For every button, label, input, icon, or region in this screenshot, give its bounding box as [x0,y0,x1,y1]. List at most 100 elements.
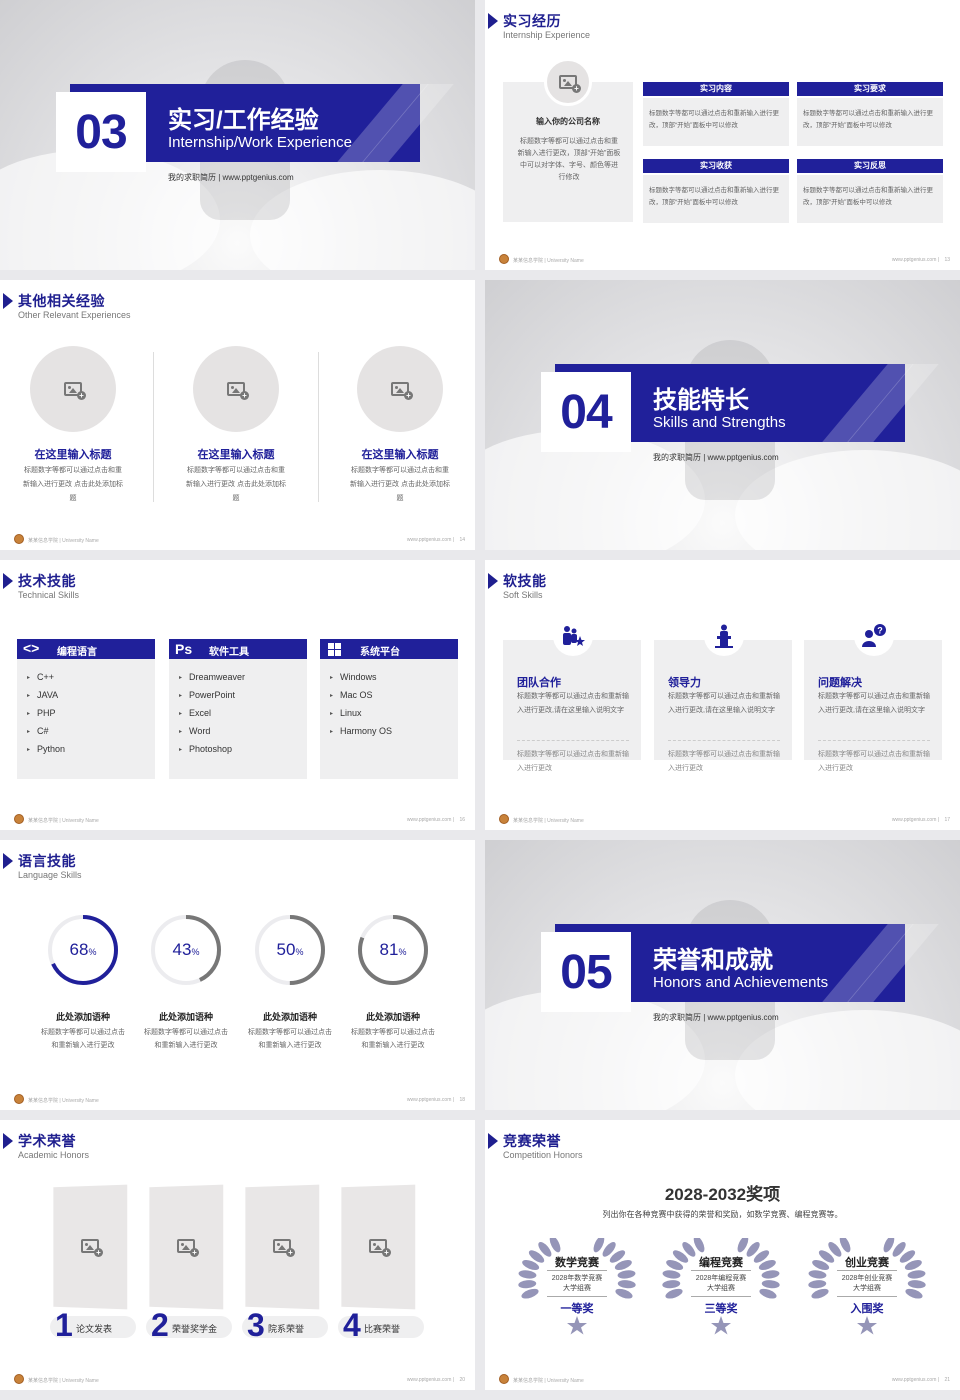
soft-skill-title: 团队合作 [517,677,561,689]
skill-item: PowerPoint [179,687,245,705]
internship-box-text: 标题数字等都可以通过点击和重新输入进行更改，顶部“开始”面板中可以修改 [803,110,933,129]
language-title: 此处添加语种 [262,1012,317,1022]
experience-image-placeholder[interactable]: + [193,346,279,432]
honor-label: 论文发表 [76,1324,113,1334]
soft-skill-card: 领导力 标题数字等都可以通过点击和重新输入进行更改,请在这里输入说明文字 标题数… [654,640,792,772]
awards-description: 列出你在各种竞赛中获得的荣誉和奖励，如数学竞赛、编程竞赛等。 [602,1210,843,1219]
skill-column-title: 系统平台 [360,647,400,658]
experience-title: 在这里输入标题 [197,449,275,461]
image-placeholder-icon: + [227,382,249,400]
experience-text: 标题数字等都可以通过点击和重新输入进行更改 点击此处添加标题 [23,467,123,502]
image-placeholder-icon: + [273,1239,295,1257]
section-number: 04 [560,385,612,439]
university-logo-icon [14,534,24,544]
language-title: 此处添加语种 [158,1012,213,1022]
soft-skill-subtext: 标题数字等都可以通过点击和重新输入进行更改 [668,751,780,772]
honor-label: 院系荣誉 [268,1324,305,1334]
footer: 某某信息学院 | University Name www.pptgenius.co… [485,250,960,270]
university-logo-icon [14,814,24,824]
title-arrow-icon [3,573,13,589]
slide-other-experiences: 其他相关经验 Other Relevant Experiences + 在这里输… [0,280,475,550]
honor-label: 荣誉奖学金 [172,1324,218,1334]
section-subtitle: Internship/Work Experience [168,134,352,151]
footer: 某某信息学院 | University Name www.pptgenius.co… [485,810,960,830]
internship-box: 标题数字等都可以通过点击和重新输入进行更改，顶部“开始”面板中可以修改 [643,175,789,223]
slide-academic-honors: 学术荣誉 Academic Honors + 1 论文发表 + 2 荣誉奖学金 … [0,1120,475,1390]
skill-column-header: <> 编程语言 [17,639,155,659]
slide-title: 软技能 [503,573,547,589]
slide-section-04: 04 技能特长 Skills and Strengths 我的求职简历 | ww… [485,280,960,550]
language-percent: 81% [379,940,407,959]
footer: 某某信息学院 | University Name www.pptgenius.co… [0,530,475,550]
title-arrow-icon [488,13,498,29]
soft-skill-title: 问题解决 [818,677,862,689]
title-arrow-icon [3,853,13,869]
team-icon [563,626,585,646]
skill-item: Dreamweaver [179,669,245,687]
honor-image-icon: + [369,1239,391,1257]
skill-column: C++JAVAPHPC#Python [17,659,155,779]
award-title: 编程竞赛 [699,1257,743,1269]
skill-item: Linux [330,705,392,723]
slide-title: 其他相关经验 [18,293,105,309]
language-text: 标题数字等都可以通过点击和重新输入进行更改 [248,1029,332,1049]
honor-image-icon: + [81,1239,103,1257]
award-title: 数学竞赛 [555,1257,599,1269]
image-placeholder-icon: + [369,1239,391,1257]
award-prize: 一等奖 [560,1303,594,1315]
image-placeholder-icon: + [177,1239,199,1257]
honor-number: 3 [247,1307,265,1343]
slide-language-skills: 语言技能 Language Skills 68% 此处添加语种 标题数字等都可以… [0,840,475,1110]
slide-subtitle: Soft Skills [503,590,543,600]
skill-column-header: Ps 软件工具 [169,639,307,659]
award-prize: 三等奖 [704,1303,738,1315]
award-line2: 大学组赛 [563,1285,591,1292]
soft-skill-text: 标题数字等都可以通过点击和重新输入进行更改,请在这里输入说明文字 [517,693,629,714]
language-title: 此处添加语种 [55,1012,110,1022]
skill-item: Python [27,741,65,759]
slide-internship: 实习经历 Internship Experience 输入你的公司名称 标题数字… [485,0,960,270]
divider [318,352,319,502]
skill-column-title: 编程语言 [57,647,97,658]
skill-item: Word [179,723,245,741]
image-placeholder-icon: + [391,382,413,400]
footer: 某某信息学院 | University Name www.pptgenius.co… [485,1370,960,1390]
skill-item: Excel [179,705,245,723]
company-desc: 标题数字等都可以通过点击和重新输入进行更改，顶部“开始”面板中可以对字体、字号、… [517,138,621,181]
language-percent: 43% [172,940,200,959]
slide-subtitle: Language Skills [18,870,82,880]
award-title: 创业竞赛 [845,1257,889,1269]
soft-skill-icon-badge: ? [854,616,894,656]
skill-column: WindowsMac OSLinuxHarmony OS [320,659,458,779]
company-image-placeholder[interactable]: + [544,58,592,106]
soft-skill-text: 标题数字等都可以通过点击和重新输入进行更改,请在这里输入说明文字 [668,693,780,714]
internship-box-header: 实习要求 [797,82,943,96]
image-placeholder-icon: + [64,382,86,400]
section-title: 技能特长 [653,387,749,414]
section-number-box: 05 [541,932,631,1012]
honor-image-icon: + [177,1239,199,1257]
slide-section-05: 05 荣誉和成就 Honors and Achievements 我的求职简历 … [485,840,960,1110]
internship-box: 标题数字等都可以通过点击和重新输入进行更改，顶部“开始”面板中可以修改 [797,98,943,146]
experience-image-placeholder[interactable]: + [357,346,443,432]
awards-heading: 2028-2032奖项 [664,1185,781,1204]
title-arrow-icon [3,1133,13,1149]
soft-skill-subtext: 标题数字等都可以通过点击和重新输入进行更改 [517,751,629,772]
section-title: 荣誉和成就 [653,947,773,974]
university-logo-icon [14,1094,24,1104]
experience-image-placeholder[interactable]: + [30,346,116,432]
soft-skill-subtext: 标题数字等都可以通过点击和重新输入进行更改 [818,751,930,772]
honor-label: 比赛荣誉 [364,1324,401,1334]
slide-subtitle: Technical Skills [18,590,80,600]
internship-box-text: 标题数字等都可以通过点击和重新输入进行更改，顶部“开始”面板中可以修改 [803,187,933,206]
skill-item: Photoshop [179,741,245,759]
slide-subtitle: Competition Honors [503,1150,583,1160]
award-line1: 2028年数学竞赛 [551,1275,603,1282]
experience-text: 标题数字等都可以通过点击和重新输入进行更改 点击此处添加标题 [186,467,286,502]
slide-subtitle: Internship Experience [503,30,591,40]
university-logo-icon [499,254,509,264]
skill-item: PHP [27,705,65,723]
footer: 某某信息学院 | University Name www.pptgenius.co… [0,1090,475,1110]
university-logo-icon [499,1374,509,1384]
section-number: 03 [75,105,127,159]
